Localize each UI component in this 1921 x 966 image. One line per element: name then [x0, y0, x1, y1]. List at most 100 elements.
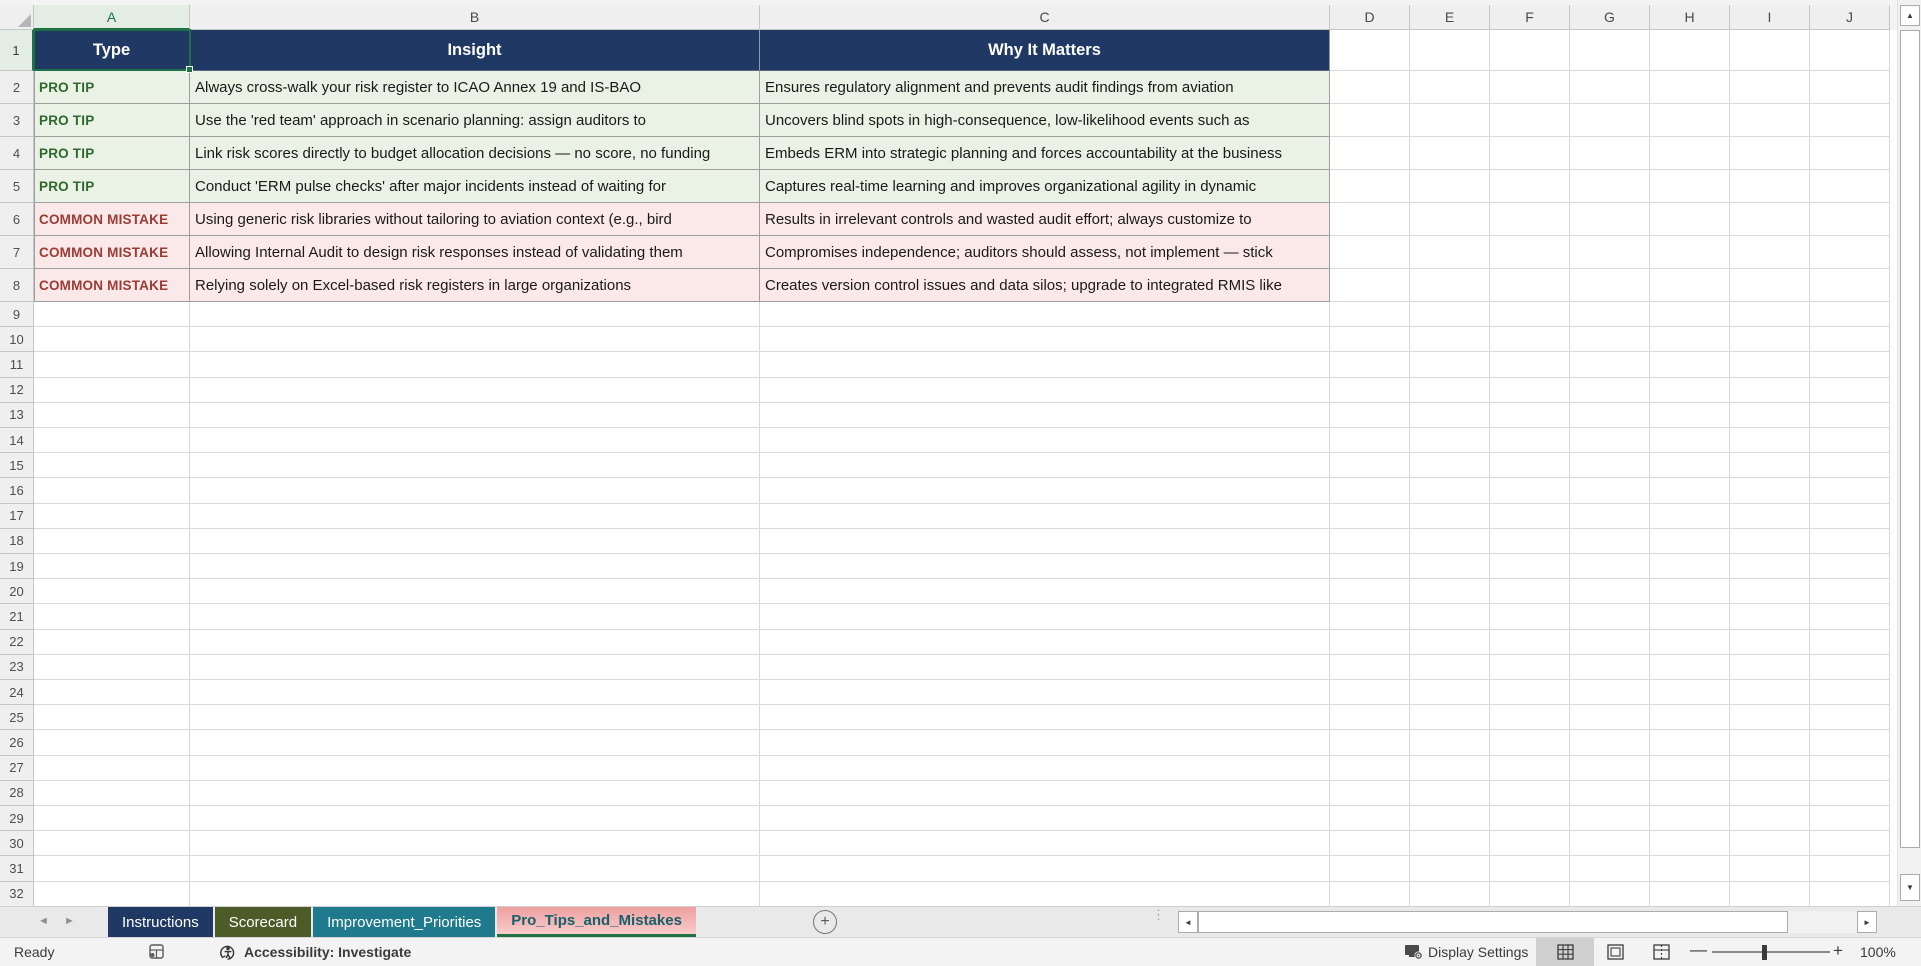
cell-B8[interactable]: Relying solely on Excel-based risk regis… — [190, 269, 760, 302]
cell-F8[interactable] — [1490, 269, 1570, 302]
cell-A2[interactable]: PRO TIP — [34, 71, 190, 104]
cell-E12[interactable] — [1410, 377, 1490, 403]
cell-I9[interactable] — [1730, 302, 1810, 328]
normal-view-icon[interactable] — [1557, 944, 1574, 963]
cell-F11[interactable] — [1490, 352, 1570, 378]
cell-H28[interactable] — [1650, 780, 1730, 807]
cell-J28[interactable] — [1810, 780, 1890, 807]
cell-H23[interactable] — [1650, 654, 1730, 681]
cell-I7[interactable] — [1730, 236, 1810, 269]
cell-B27[interactable] — [190, 755, 760, 781]
cell-A20[interactable] — [34, 579, 190, 605]
scroll-up-icon[interactable]: ▲ — [1900, 5, 1920, 26]
cell-C12[interactable] — [760, 377, 1330, 403]
cell-D23[interactable] — [1330, 654, 1410, 681]
cell-G29[interactable] — [1570, 806, 1650, 832]
cell-I32[interactable] — [1730, 881, 1810, 907]
cell-A14[interactable] — [34, 428, 190, 454]
cell-A25[interactable] — [34, 705, 190, 731]
cell-J24[interactable] — [1810, 680, 1890, 706]
row-header-21[interactable]: 21 — [0, 604, 34, 630]
cell-J25[interactable] — [1810, 705, 1890, 731]
cell-H26[interactable] — [1650, 730, 1730, 756]
cell-H27[interactable] — [1650, 755, 1730, 781]
cell-B19[interactable] — [190, 554, 760, 580]
cell-B16[interactable] — [190, 478, 760, 504]
cell-D7[interactable] — [1330, 236, 1410, 269]
cell-F25[interactable] — [1490, 705, 1570, 731]
cell-B1[interactable]: Insight — [190, 30, 760, 71]
cell-H30[interactable] — [1650, 831, 1730, 857]
cell-G19[interactable] — [1570, 554, 1650, 580]
cell-I11[interactable] — [1730, 352, 1810, 378]
cell-D9[interactable] — [1330, 302, 1410, 328]
cell-H24[interactable] — [1650, 680, 1730, 706]
cell-B28[interactable] — [190, 780, 760, 807]
cell-D2[interactable] — [1330, 71, 1410, 104]
cell-D11[interactable] — [1330, 352, 1410, 378]
row-header-1[interactable]: 1 — [0, 30, 34, 71]
cell-D31[interactable] — [1330, 856, 1410, 882]
cell-J31[interactable] — [1810, 856, 1890, 882]
cell-C24[interactable] — [760, 680, 1330, 706]
column-header-B[interactable]: B — [190, 5, 760, 30]
cell-I14[interactable] — [1730, 428, 1810, 454]
cell-D29[interactable] — [1330, 806, 1410, 832]
cell-J1[interactable] — [1810, 30, 1890, 71]
cell-F21[interactable] — [1490, 604, 1570, 630]
cell-H1[interactable] — [1650, 30, 1730, 71]
cell-A28[interactable] — [34, 780, 190, 807]
cell-J6[interactable] — [1810, 203, 1890, 236]
row-header-10[interactable]: 10 — [0, 327, 34, 353]
cell-E1[interactable] — [1410, 30, 1490, 71]
cell-J14[interactable] — [1810, 428, 1890, 454]
cell-B21[interactable] — [190, 604, 760, 630]
cell-G22[interactable] — [1570, 629, 1650, 655]
cell-C9[interactable] — [760, 302, 1330, 328]
row-header-7[interactable]: 7 — [0, 236, 34, 269]
cell-J4[interactable] — [1810, 137, 1890, 170]
cell-A29[interactable] — [34, 806, 190, 832]
macro-record-icon[interactable] — [148, 938, 165, 966]
cell-J8[interactable] — [1810, 269, 1890, 302]
row-header-8[interactable]: 8 — [0, 269, 34, 302]
tab-overflow-dots-icon[interactable]: ⋮ — [1152, 908, 1165, 921]
cell-I12[interactable] — [1730, 377, 1810, 403]
cell-F13[interactable] — [1490, 402, 1570, 429]
cell-G25[interactable] — [1570, 705, 1650, 731]
cell-A8[interactable]: COMMON MISTAKE — [34, 269, 190, 302]
cell-G4[interactable] — [1570, 137, 1650, 170]
cell-G3[interactable] — [1570, 104, 1650, 137]
cell-H19[interactable] — [1650, 554, 1730, 580]
cell-D22[interactable] — [1330, 629, 1410, 655]
row-header-2[interactable]: 2 — [0, 71, 34, 104]
cell-H12[interactable] — [1650, 377, 1730, 403]
cell-A11[interactable] — [34, 352, 190, 378]
cell-B9[interactable] — [190, 302, 760, 328]
cell-A16[interactable] — [34, 478, 190, 504]
cell-E13[interactable] — [1410, 402, 1490, 429]
cell-C4[interactable]: Embeds ERM into strategic planning and f… — [760, 137, 1330, 170]
page-layout-view-icon[interactable] — [1607, 944, 1624, 963]
scroll-down-icon[interactable]: ▼ — [1900, 874, 1920, 901]
cell-C19[interactable] — [760, 554, 1330, 580]
cell-B14[interactable] — [190, 428, 760, 454]
cell-A26[interactable] — [34, 730, 190, 756]
cell-I8[interactable] — [1730, 269, 1810, 302]
accessibility-status-button[interactable]: Accessibility: Investigate — [244, 938, 411, 966]
cell-I5[interactable] — [1730, 170, 1810, 203]
cell-E11[interactable] — [1410, 352, 1490, 378]
cell-I24[interactable] — [1730, 680, 1810, 706]
cell-A23[interactable] — [34, 654, 190, 681]
cell-I1[interactable] — [1730, 30, 1810, 71]
cell-C27[interactable] — [760, 755, 1330, 781]
cell-F22[interactable] — [1490, 629, 1570, 655]
cell-F15[interactable] — [1490, 453, 1570, 479]
vertical-scrollbar-thumb[interactable] — [1900, 30, 1920, 848]
cell-C3[interactable]: Uncovers blind spots in high-consequence… — [760, 104, 1330, 137]
cell-B20[interactable] — [190, 579, 760, 605]
page-break-view-icon[interactable] — [1653, 944, 1670, 963]
cell-D20[interactable] — [1330, 579, 1410, 605]
tab-instructions[interactable]: Instructions — [108, 907, 213, 937]
cell-E29[interactable] — [1410, 806, 1490, 832]
